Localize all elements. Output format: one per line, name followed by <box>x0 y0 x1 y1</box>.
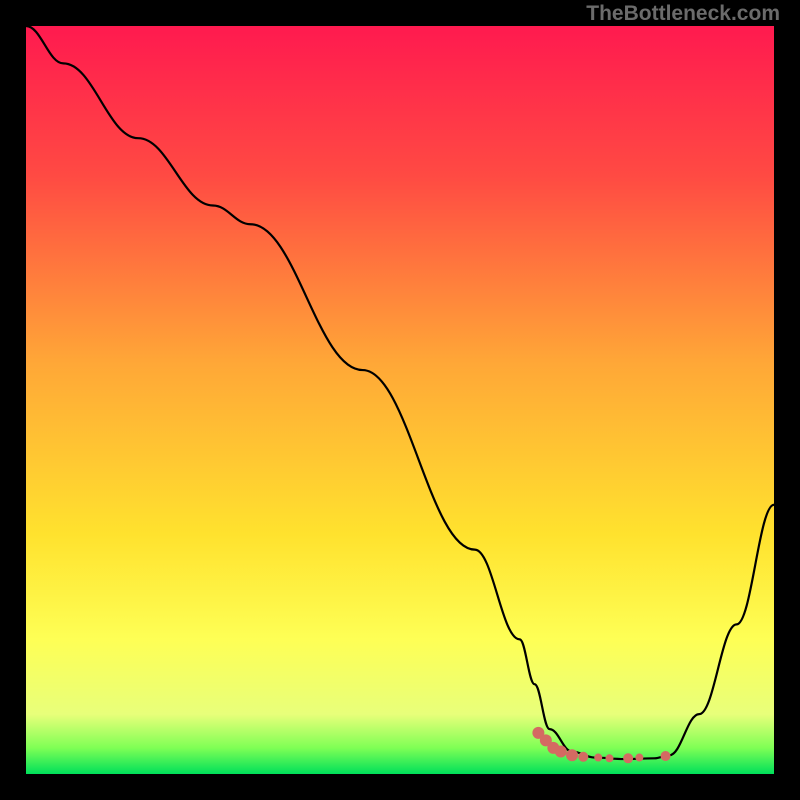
highlight-point <box>578 752 588 762</box>
watermark-text: TheBottleneck.com <box>586 2 780 26</box>
highlight-point <box>594 754 602 762</box>
highlight-point <box>555 746 567 758</box>
chart-container: TheBottleneck.com <box>0 0 800 800</box>
highlight-point <box>661 751 671 761</box>
highlight-point <box>635 754 643 762</box>
highlight-point <box>605 754 613 762</box>
highlight-point <box>623 753 633 763</box>
highlight-point <box>566 749 578 761</box>
bottleneck-chart <box>0 0 800 800</box>
